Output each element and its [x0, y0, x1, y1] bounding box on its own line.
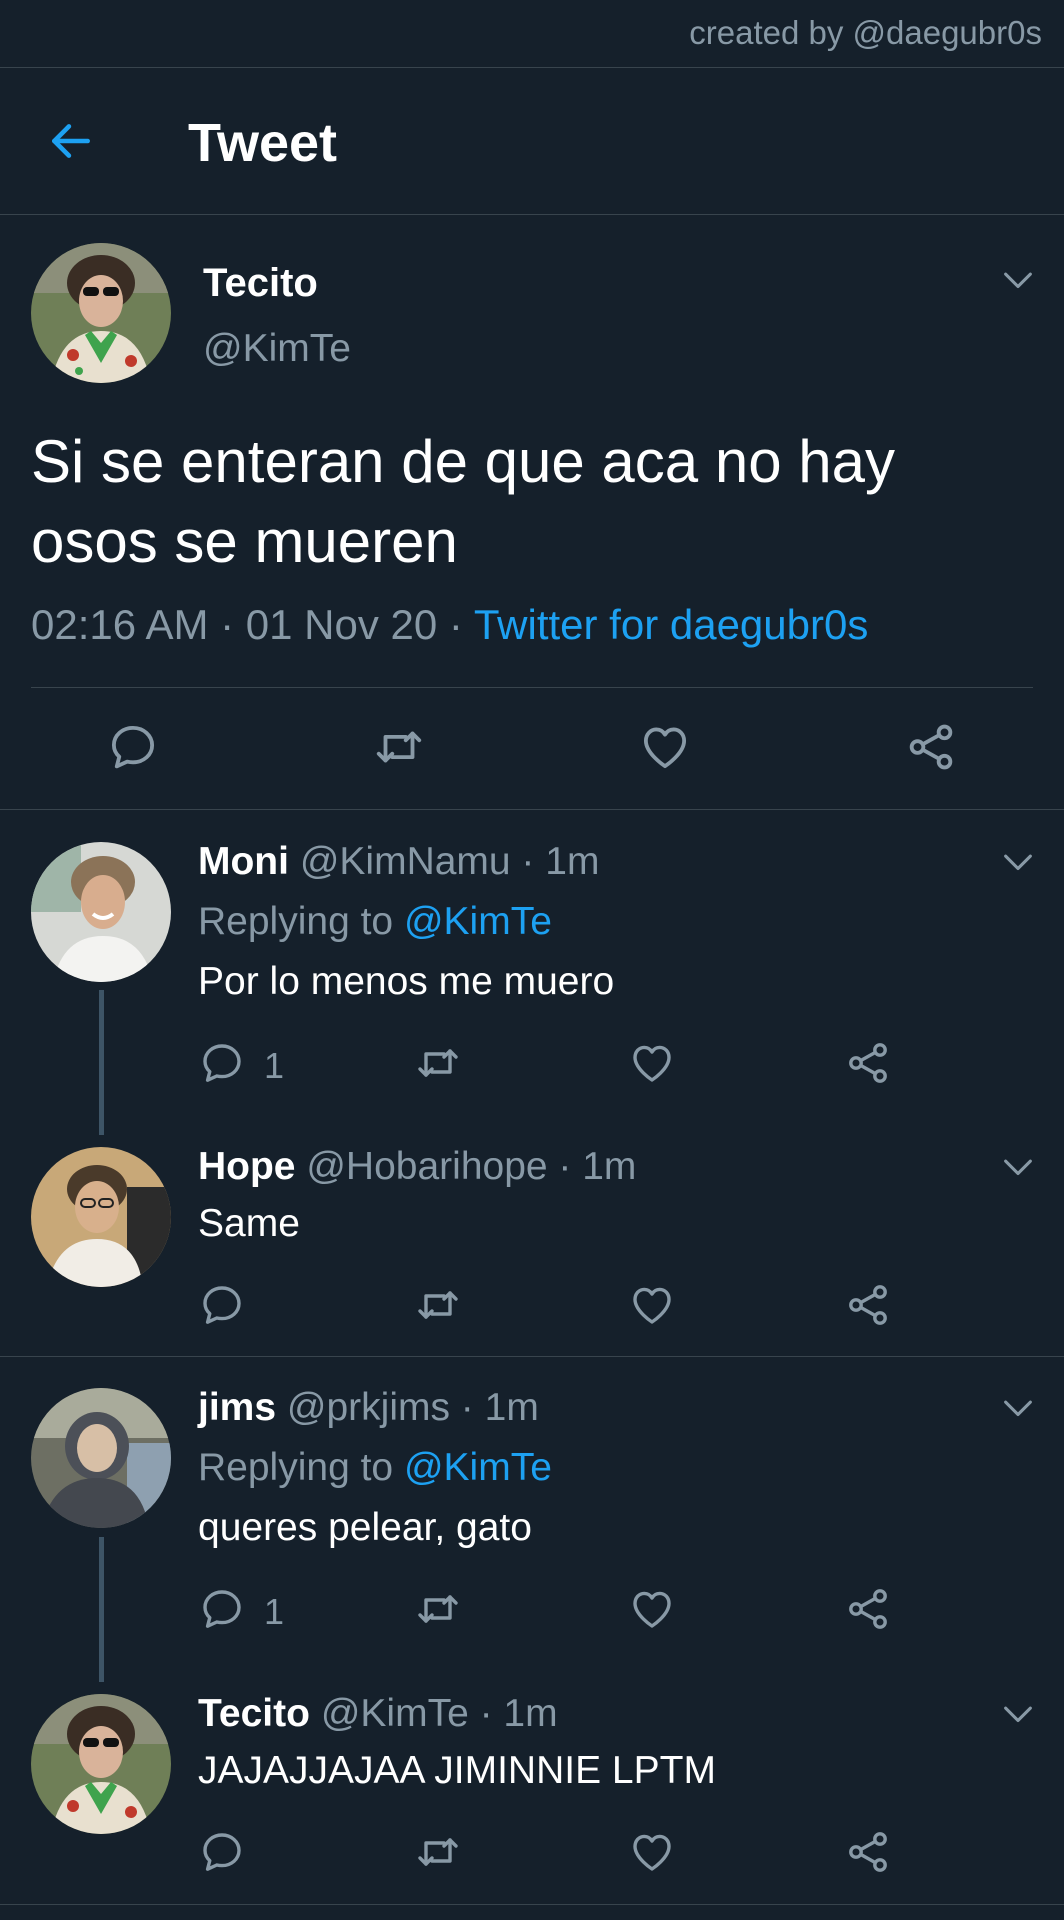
replying-to-label: Replying to	[198, 1446, 404, 1489]
reply-icon[interactable]	[198, 1828, 246, 1876]
like-icon[interactable]	[628, 1039, 676, 1087]
reply-header: Hope @Hobarihope · 1m	[198, 1145, 636, 1189]
reply-text: queres pelear, gato	[198, 1506, 532, 1549]
timestamp: 02:16 AM · 01 Nov 20 ·	[31, 601, 474, 648]
share-icon[interactable]	[844, 1039, 892, 1087]
like-icon[interactable]	[628, 1828, 676, 1876]
tweet-text-line: osos se mueren	[31, 508, 458, 575]
reply-icon[interactable]	[198, 1039, 246, 1087]
share-icon[interactable]	[904, 720, 958, 774]
reply-tweet[interactable]: Tecito @KimTe · 1m JAJAJJAJAA JIMINNIE L…	[0, 1662, 1064, 1905]
chevron-down-icon[interactable]	[1001, 852, 1035, 874]
retweet-icon[interactable]	[414, 1039, 462, 1087]
main-tweet: Tecito @KimTe Si se enteran de que aca n…	[0, 215, 1064, 810]
share-icon[interactable]	[844, 1828, 892, 1876]
author-handle-time: @KimTe · 1m	[320, 1692, 558, 1735]
retweet-icon[interactable]	[414, 1585, 462, 1633]
top-bar: Tweet	[0, 68, 1064, 215]
thread-line	[99, 990, 104, 1135]
tweet-text-line: Si se enteran de que aca no hay	[31, 428, 895, 495]
author-handle[interactable]: @KimTe	[203, 327, 351, 371]
author-handle-time: @Hobarihope · 1m	[306, 1145, 637, 1188]
avatar[interactable]	[31, 842, 171, 982]
arrow-left-icon[interactable]	[46, 116, 96, 166]
credit-bar: created by @daegubr0s	[0, 0, 1064, 68]
reply-count: 1	[264, 1045, 285, 1086]
page-title: Tweet	[188, 113, 338, 173]
retweet-icon[interactable]	[372, 720, 426, 774]
retweet-icon[interactable]	[414, 1281, 462, 1329]
reply-tweet[interactable]: Moni @KimNamu · 1m Replying to @KimTe Po…	[0, 810, 1064, 1135]
replying-to-handle[interactable]: @KimTe	[404, 1446, 552, 1489]
replying-to-label: Replying to	[198, 900, 404, 943]
author-name[interactable]: Moni	[198, 840, 289, 883]
avatar[interactable]	[31, 1147, 171, 1287]
reply-tweet[interactable]: jims @prkjims · 1m Replying to @KimTe qu…	[0, 1357, 1064, 1682]
divider	[31, 687, 1033, 688]
retweet-icon[interactable]	[414, 1828, 462, 1876]
avatar[interactable]	[31, 1694, 171, 1834]
reply-header: jims @prkjims · 1m	[198, 1386, 539, 1430]
tweet-text: Si se enteran de que aca no hay osos se …	[31, 422, 1031, 582]
author-handle-time: @prkjims · 1m	[286, 1386, 539, 1429]
author-name[interactable]: Tecito	[198, 1692, 310, 1735]
reply-icon[interactable]	[198, 1281, 246, 1329]
reply-icon[interactable]	[106, 720, 160, 774]
chevron-down-icon[interactable]	[1001, 270, 1035, 292]
chevron-down-icon[interactable]	[1001, 1704, 1035, 1726]
reply-count: 1	[264, 1591, 285, 1632]
tweet-meta: 02:16 AM · 01 Nov 20 · Twitter for daegu…	[31, 601, 868, 649]
share-icon[interactable]	[844, 1281, 892, 1329]
author-name[interactable]: jims	[198, 1386, 276, 1429]
reply-icon[interactable]	[198, 1585, 246, 1633]
replying-to-handle[interactable]: @KimTe	[404, 900, 552, 943]
reply-tweet[interactable]: Hope @Hobarihope · 1m Same	[0, 1115, 1064, 1356]
avatar[interactable]	[31, 243, 171, 383]
reply-header: Tecito @KimTe · 1m	[198, 1692, 558, 1736]
replying-to: Replying to @KimTe	[198, 1446, 552, 1490]
like-icon[interactable]	[628, 1281, 676, 1329]
thread-line	[99, 1537, 104, 1682]
author-name[interactable]: Tecito	[203, 261, 318, 306]
divider	[0, 1904, 1064, 1905]
like-icon[interactable]	[628, 1585, 676, 1633]
reply-text: Por lo menos me muero	[198, 960, 615, 1003]
author-handle-time: @KimNamu · 1m	[299, 840, 600, 883]
credit-text: created by @daegubr0s	[689, 14, 1042, 51]
reply-header: Moni @KimNamu · 1m	[198, 840, 599, 884]
chevron-down-icon[interactable]	[1001, 1157, 1035, 1179]
source-link[interactable]: Twitter for daegubr0s	[474, 601, 869, 648]
share-icon[interactable]	[844, 1585, 892, 1633]
author-name[interactable]: Hope	[198, 1145, 296, 1188]
reply-text: Same	[198, 1202, 300, 1245]
replying-to: Replying to @KimTe	[198, 900, 552, 944]
like-icon[interactable]	[638, 720, 692, 774]
avatar[interactable]	[31, 1388, 171, 1528]
chevron-down-icon[interactable]	[1001, 1398, 1035, 1420]
reply-text: JAJAJJAJAA JIMINNIE LPTM	[198, 1749, 716, 1792]
